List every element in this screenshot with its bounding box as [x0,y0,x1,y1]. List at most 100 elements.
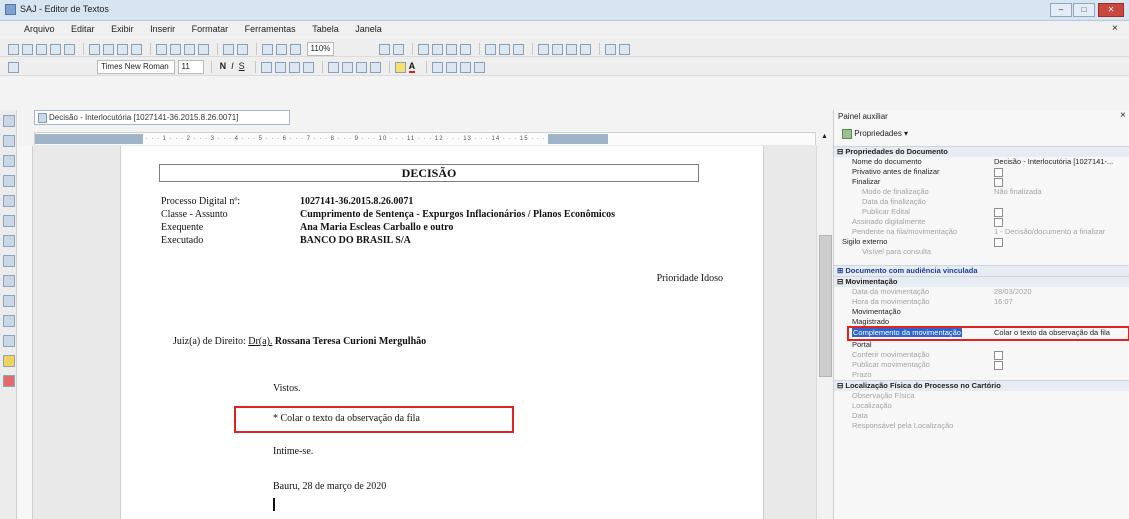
property-row[interactable]: Observação Física [834,391,1129,401]
menu-exibir[interactable]: Exibir [111,24,134,34]
nav-icon-6[interactable] [3,215,15,227]
checkbox[interactable] [994,177,1003,187]
font-size-combo[interactable]: 11 [177,60,204,74]
property-row[interactable]: Publicar movimentação [834,360,1129,370]
distribute-icon[interactable] [552,43,564,55]
property-row[interactable]: Sigilo externo [834,237,1129,247]
property-row[interactable]: Privativo antes de finalizar [834,167,1129,177]
nav-icon-12[interactable] [3,335,15,347]
menu-janela[interactable]: Janela [355,24,382,34]
maximize-button[interactable]: □ [1073,3,1095,17]
split-icon[interactable] [513,43,525,55]
nav-icon-13[interactable] [3,355,15,367]
bullet-list-icon[interactable] [341,61,353,73]
save-all-icon[interactable] [64,43,75,55]
menu-formatar[interactable]: Formatar [192,24,229,34]
columns-icon[interactable] [276,43,287,55]
new-doc-icon[interactable] [8,43,19,55]
checkbox[interactable] [994,237,1003,247]
redo-icon[interactable] [237,43,248,55]
document-scrollbar[interactable]: ▲ [816,133,833,519]
zoom-combo[interactable]: 110% [306,42,335,56]
align-table-icon[interactable] [538,43,550,55]
menu-arquivo[interactable]: Arquivo [24,24,55,34]
highlight-icon[interactable] [394,61,406,73]
grid-icon[interactable] [418,43,430,55]
property-row[interactable]: Portal [834,340,1129,350]
nav-icon-7[interactable] [3,235,15,247]
pilcrow-icon[interactable] [290,43,301,55]
align-left-icon[interactable] [260,61,272,73]
undo-icon[interactable] [223,43,234,55]
font-combo[interactable]: Times New Roman [97,60,176,74]
nav-icon-14[interactable] [3,375,15,387]
spellcheck-icon[interactable] [117,43,128,55]
scroll-thumb[interactable] [819,235,832,377]
shape-icon[interactable] [446,61,458,73]
link-icon[interactable] [460,61,472,73]
menu-editar[interactable]: Editar [71,24,95,34]
property-row[interactable]: Data da finalização [834,197,1129,207]
nav-icon-1[interactable] [3,115,15,127]
checkbox[interactable] [994,217,1003,227]
minimize-button[interactable]: – [1050,3,1072,17]
property-row[interactable]: Assinado digitalmente [834,217,1129,227]
sort-icon[interactable] [566,43,578,55]
property-row[interactable]: Data [834,411,1129,421]
nav-icon-9[interactable] [3,275,15,287]
italic-icon[interactable]: I [231,61,234,71]
paste-icon[interactable] [184,43,195,55]
save-icon[interactable] [50,43,61,55]
menu-tabela[interactable]: Tabela [312,24,339,34]
checkbox[interactable] [994,350,1003,360]
section-header[interactable]: ⊞ Documento com audiência vinculada [834,265,1129,276]
property-row[interactable]: Conferir movimentação [834,350,1129,360]
property-row[interactable]: Localização [834,401,1129,411]
print-preview-icon[interactable] [103,43,114,55]
line-icon[interactable] [432,61,444,73]
insert-row-icon[interactable] [432,43,444,55]
print-icon[interactable] [89,43,100,55]
nav-icon-10[interactable] [3,295,15,307]
zoom-in-icon[interactable] [379,43,391,55]
zoom-out-icon[interactable] [393,43,405,55]
document-page[interactable]: DECISÃO Processo Digital nº: 1027141-36.… [120,146,764,519]
section-header[interactable]: ⊟ Localização Física do Processo no Cart… [834,380,1129,391]
scroll-up-icon[interactable]: ▲ [821,133,828,140]
indent-icon[interactable] [369,61,381,73]
font-color-icon[interactable]: A [408,61,416,74]
property-row[interactable]: Pendente na fila/movimentação 1 - Decisão… [834,227,1129,237]
document-tab[interactable]: Decisão - Interlocutória [1027141-36.201… [34,110,290,125]
menu-ferramentas[interactable]: Ferramentas [245,24,296,34]
numbered-list-icon[interactable] [327,61,339,73]
chart-icon[interactable] [619,43,631,55]
new-icon[interactable] [22,43,33,55]
property-row[interactable]: Finalizar [834,177,1129,187]
property-row[interactable]: Movimentação [834,307,1129,317]
panel-close-icon[interactable]: × [1120,110,1126,121]
section-header[interactable]: ⊟ Movimentação [834,276,1129,287]
property-row[interactable]: Prazo [834,370,1129,380]
formula-icon[interactable] [580,43,592,55]
property-row[interactable]: Publicar Edital [834,207,1129,217]
nav-icon-4[interactable] [3,175,15,187]
property-row[interactable]: Responsável pela Localização [834,421,1129,431]
open-icon[interactable] [36,43,47,55]
complement-row-highlight[interactable]: Complemento da movimentação Colar o text… [847,326,1129,341]
symbol-icon[interactable] [474,61,486,73]
property-row[interactable]: Data da movimentação 28/03/2020 [834,287,1129,297]
underline-icon[interactable]: S [239,61,245,71]
align-right-icon[interactable] [288,61,300,73]
property-row[interactable]: Nome do documento Decisão - Interlocutóri… [834,157,1129,167]
nav-icon-11[interactable] [3,315,15,327]
close-button[interactable]: ✕ [1098,3,1124,17]
checkbox[interactable] [994,360,1003,370]
table-icon[interactable] [262,43,273,55]
checkbox[interactable] [994,207,1003,217]
complement-value[interactable]: Colar o texto da observação da fila [994,328,1128,338]
format-painter-icon[interactable] [198,43,209,55]
find-icon[interactable] [131,43,142,55]
cut-icon[interactable] [156,43,167,55]
merge-icon[interactable] [460,43,472,55]
image-icon[interactable] [605,43,617,55]
